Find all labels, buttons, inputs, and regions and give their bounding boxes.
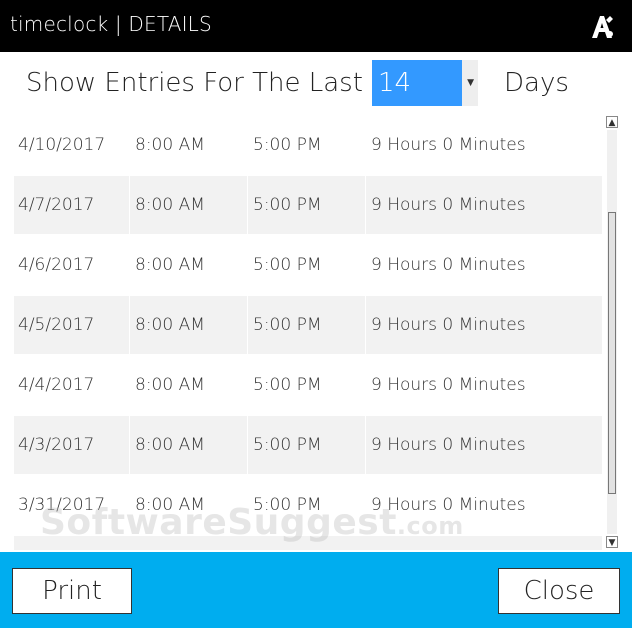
window-title: timeclock | DETAILS [10,12,212,36]
column-divider [247,416,248,474]
entry-time-in: 8:00 AM [135,435,205,455]
entry-time-out: 5:00 PM [253,315,322,335]
entry-date: 4/7/2017 [18,195,95,215]
entry-total: 9 Hours 0 Minutes [371,375,526,395]
entry-date: 4/3/2017 [18,435,95,455]
column-divider [247,236,248,294]
column-divider [365,296,366,354]
entry-time-in: 8:00 AM [135,255,205,275]
column-divider [129,416,130,474]
list-item[interactable]: 4/5/2017 8:00 AM 5:00 PM 9 Hours 0 Minut… [14,296,602,354]
watermark: SoftwareSuggest.com [40,502,464,543]
entry-total: 9 Hours 0 Minutes [371,315,526,335]
entry-time-out: 5:00 PM [253,255,322,275]
entry-time-out: 5:00 PM [253,195,322,215]
watermark-main: SoftwareSuggest [40,502,397,543]
list-item[interactable]: 4/10/2017 8:00 AM 5:00 PM 9 Hours 0 Minu… [14,116,602,174]
entry-time-in: 8:00 AM [135,315,205,335]
column-divider [247,356,248,414]
column-divider [129,236,130,294]
entry-total: 9 Hours 0 Minutes [371,435,526,455]
column-divider [365,356,366,414]
column-divider [129,176,130,234]
list-item[interactable]: 4/4/2017 8:00 AM 5:00 PM 9 Hours 0 Minut… [14,356,602,414]
footer-bar: Print Close [0,552,632,628]
column-divider [365,176,366,234]
filter-trail-label: Days [504,68,569,98]
entry-time-in: 8:00 AM [135,195,205,215]
entry-date: 4/5/2017 [18,315,95,335]
entry-total: 9 Hours 0 Minutes [371,255,526,275]
column-divider [129,296,130,354]
column-divider [247,116,248,174]
list-item[interactable]: 4/6/2017 8:00 AM 5:00 PM 9 Hours 0 Minut… [14,236,602,294]
entries-list[interactable]: 4/10/2017 8:00 AM 5:00 PM 9 Hours 0 Minu… [14,116,602,550]
entry-time-in: 8:00 AM [135,135,205,155]
entry-time-out: 5:00 PM [253,435,322,455]
chevron-down-icon[interactable]: ▼ [467,78,474,88]
column-divider [247,176,248,234]
column-divider [129,356,130,414]
list-item[interactable]: 4/7/2017 8:00 AM 5:00 PM 9 Hours 0 Minut… [14,176,602,234]
days-select-value[interactable]: 14 [372,60,462,106]
entry-time-out: 5:00 PM [253,135,322,155]
watermark-suffix: .com [396,512,464,540]
days-select[interactable]: 14 ▼ [372,60,478,106]
entry-total: 9 Hours 0 Minutes [371,135,526,155]
list-item[interactable]: 4/3/2017 8:00 AM 5:00 PM 9 Hours 0 Minut… [14,416,602,474]
entry-date: 4/4/2017 [18,375,95,395]
entry-time-in: 8:00 AM [135,375,205,395]
entries-scrollbar[interactable]: ▲ ▼ [604,116,620,550]
scroll-thumb[interactable] [608,212,616,494]
entry-total: 9 Hours 0 Minutes [371,195,526,215]
close-button[interactable]: Close [498,568,620,614]
column-divider [129,116,130,174]
scroll-up-icon[interactable]: ▲ [606,116,618,128]
print-button[interactable]: Print [12,568,132,614]
column-divider [247,296,248,354]
column-divider [365,116,366,174]
entry-time-out: 5:00 PM [253,375,322,395]
entry-date: 4/6/2017 [18,255,95,275]
filter-bar: Show Entries For The Last 14 ▼ Days [0,52,632,114]
column-divider [365,236,366,294]
scroll-down-icon[interactable]: ▼ [606,536,618,548]
column-divider [365,416,366,474]
ampersand-logo-icon [592,16,613,38]
entry-date: 4/10/2017 [18,135,106,155]
title-bar: timeclock | DETAILS [0,0,632,52]
filter-lead-label: Show Entries For The Last [26,68,363,98]
